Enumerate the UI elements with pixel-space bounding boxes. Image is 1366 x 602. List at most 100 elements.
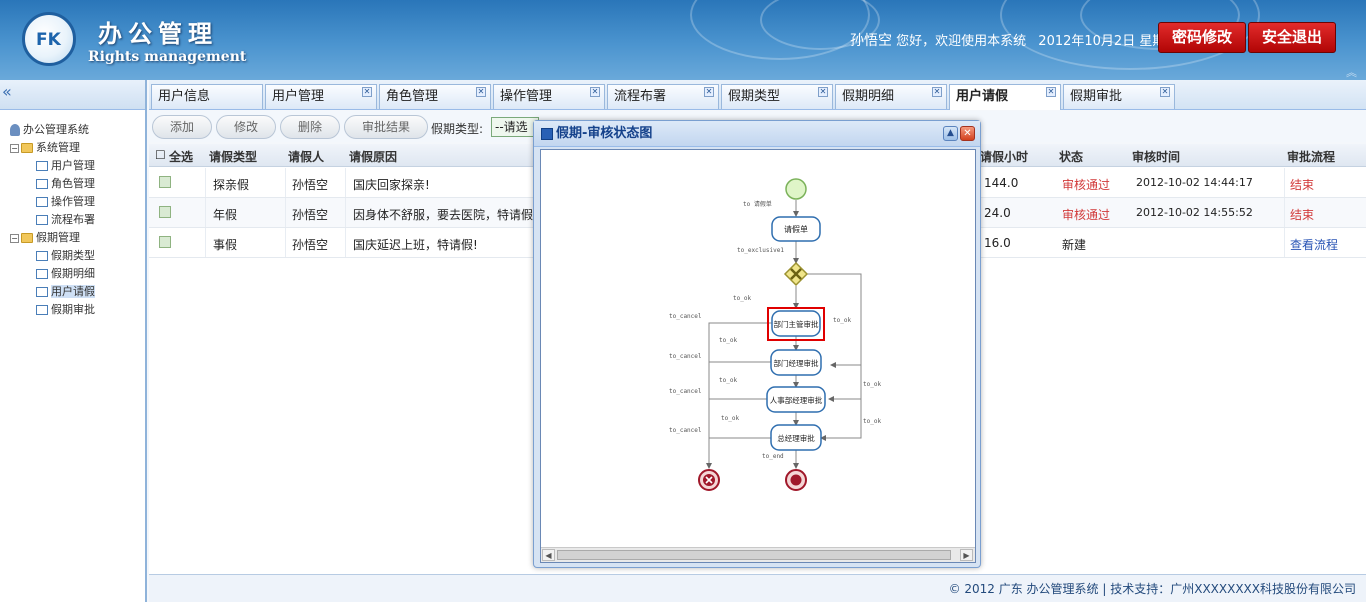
edge-label: to_cancel: [669, 427, 702, 434]
cell-status: 新建: [1062, 238, 1087, 252]
tab-leave-approval[interactable]: 假期审批 ✕: [1063, 84, 1175, 109]
col-select-all: 全选: [169, 150, 194, 164]
user-greeting: 孙悟空 您好，欢迎使用本系统 2012年10月2日 星期二: [850, 30, 1178, 50]
collapse-header-icon[interactable]: ︽: [1346, 64, 1357, 80]
scroll-thumb[interactable]: [557, 550, 951, 560]
workflow-diagram: to 请假单 to_exclusive1 to_ok to_ok to_canc…: [669, 178, 881, 491]
cell-person: 孙悟空: [292, 208, 329, 222]
logo-text: FK: [36, 30, 61, 50]
footer: © 2012 广东 办公管理系统 | 技术支持：广州XXXXXXXX科技股份有限…: [149, 574, 1366, 602]
tab-process-deploy[interactable]: 流程布署 ✕: [607, 84, 719, 109]
col-reason: 请假原因: [349, 150, 398, 164]
tree-root-label: 办公管理系统: [23, 123, 89, 136]
row-checkbox[interactable]: [159, 176, 171, 188]
close-tab-icon[interactable]: ✕: [818, 87, 828, 97]
edge-label: to_ok: [719, 337, 737, 344]
tab-label: 流程布署: [614, 89, 667, 104]
app-title: 办公管理: [98, 19, 218, 48]
page-icon: [36, 161, 48, 171]
view-flow-link[interactable]: 查看流程: [1290, 236, 1338, 253]
col-status: 状态: [1059, 150, 1084, 164]
sidebar-item-label: 流程布署: [51, 213, 95, 226]
close-tab-icon[interactable]: ✕: [1046, 87, 1056, 97]
node-label: 部门主管审批: [774, 319, 819, 329]
tree-group-leave[interactable]: − 假期管理: [10, 229, 95, 247]
col-audit-time: 审核时间: [1132, 150, 1181, 164]
horizontal-scrollbar[interactable]: ◀ ▶: [541, 547, 975, 562]
close-icon[interactable]: ✕: [960, 126, 975, 141]
edge-label: to_cancel: [669, 388, 702, 395]
add-button[interactable]: 添加: [152, 115, 212, 139]
sidebar-item-label: 角色管理: [51, 177, 95, 190]
welcome-text: 您好，欢迎使用本系统: [896, 34, 1027, 49]
col-person: 请假人: [288, 150, 325, 164]
collapse-sidebar-icon[interactable]: «: [2, 82, 12, 101]
delete-button[interactable]: 删除: [280, 115, 340, 139]
approval-result-button[interactable]: 审批结果: [344, 115, 428, 139]
collapse-toggle-icon[interactable]: −: [10, 143, 19, 153]
nav-tree: 办公管理系统 − 系统管理 用户管理 角色管理 操作管理 流程布署 − 假期管理 假…: [10, 121, 95, 319]
close-tab-icon[interactable]: ✕: [476, 87, 486, 97]
tab-operation-manage[interactable]: 操作管理 ✕: [493, 84, 605, 109]
sidebar-item-label: 假期审批: [51, 303, 95, 316]
tree-group-system[interactable]: − 系统管理: [10, 139, 95, 157]
cell-reason: 国庆延迟上班，特请假!: [353, 238, 478, 252]
tab-user-manage[interactable]: 用户管理 ✕: [265, 84, 377, 109]
edit-button[interactable]: 修改: [216, 115, 276, 139]
tab-user-info[interactable]: 用户信息: [151, 84, 263, 109]
page-icon: [36, 179, 48, 189]
sidebar-item-label: 操作管理: [51, 195, 95, 208]
sidebar-header: «: [0, 80, 145, 110]
page-icon: [36, 269, 48, 279]
cell-person: 孙悟空: [292, 178, 329, 192]
row-checkbox[interactable]: [159, 236, 171, 248]
tab-leave-detail[interactable]: 假期明细 ✕: [835, 84, 947, 109]
change-password-button[interactable]: 密码修改: [1158, 22, 1246, 53]
close-tab-icon[interactable]: ✕: [362, 87, 372, 97]
exclusive-gateway-icon: [783, 261, 809, 287]
tab-label: 假期明细: [842, 89, 895, 104]
tree-root[interactable]: 办公管理系统: [10, 121, 95, 139]
tab-label: 用户请假: [956, 89, 1009, 104]
close-tab-icon[interactable]: ✕: [590, 87, 600, 97]
edge-label: to_cancel: [669, 313, 702, 320]
leave-type-select[interactable]: --请选: [491, 117, 539, 137]
cell-hours: 16.0: [984, 236, 1011, 250]
minimize-icon[interactable]: ▲: [943, 126, 958, 141]
sidebar-item-user-manage[interactable]: 用户管理: [10, 157, 95, 175]
close-tab-icon[interactable]: ✕: [704, 87, 714, 97]
tab-role-manage[interactable]: 角色管理 ✕: [379, 84, 491, 109]
edge-label: to_ok: [863, 418, 881, 425]
collapse-toggle-icon[interactable]: −: [10, 233, 19, 243]
sidebar-item-operation-manage[interactable]: 操作管理: [10, 193, 95, 211]
sidebar-item-label: 用户请假: [51, 285, 95, 298]
sidebar-item-leave-approval[interactable]: 假期审批: [10, 301, 95, 319]
scroll-left-icon[interactable]: ◀: [542, 549, 555, 561]
edge-label: to_cancel: [669, 353, 702, 360]
logout-button[interactable]: 安全退出: [1248, 22, 1336, 53]
tab-label: 用户管理: [272, 89, 325, 104]
row-checkbox[interactable]: [159, 206, 171, 218]
scroll-right-icon[interactable]: ▶: [960, 549, 973, 561]
close-tab-icon[interactable]: ✕: [1160, 87, 1170, 97]
sidebar-item-process-deploy[interactable]: 流程布署: [10, 211, 95, 229]
sidebar-item-leave-detail[interactable]: 假期明细: [10, 265, 95, 283]
edge-label: to_ok: [733, 295, 751, 302]
page-icon: [36, 197, 48, 207]
start-event-icon: [785, 178, 807, 200]
sidebar-item-user-leave[interactable]: 用户请假: [10, 283, 95, 301]
tab-user-leave[interactable]: 用户请假 ✕: [949, 84, 1061, 110]
page-icon: [36, 287, 48, 297]
app-subtitle: Rights management: [88, 49, 247, 65]
tab-leave-type[interactable]: 假期类型 ✕: [721, 84, 833, 109]
user-name: 孙悟空: [850, 33, 892, 49]
cell-type: 探亲假: [213, 178, 250, 192]
sidebar-item-role-manage[interactable]: 角色管理: [10, 175, 95, 193]
dialog-titlebar[interactable]: 假期-审核状态图: [534, 121, 980, 147]
edge-label: to_ok: [721, 415, 739, 422]
cell-type: 事假: [213, 238, 238, 252]
close-tab-icon[interactable]: ✕: [932, 87, 942, 97]
sidebar-item-leave-type[interactable]: 假期类型: [10, 247, 95, 265]
select-all-checkbox[interactable]: ☐: [155, 148, 166, 162]
cell-audit-time: 2012-10-02 14:44:17: [1136, 176, 1253, 189]
